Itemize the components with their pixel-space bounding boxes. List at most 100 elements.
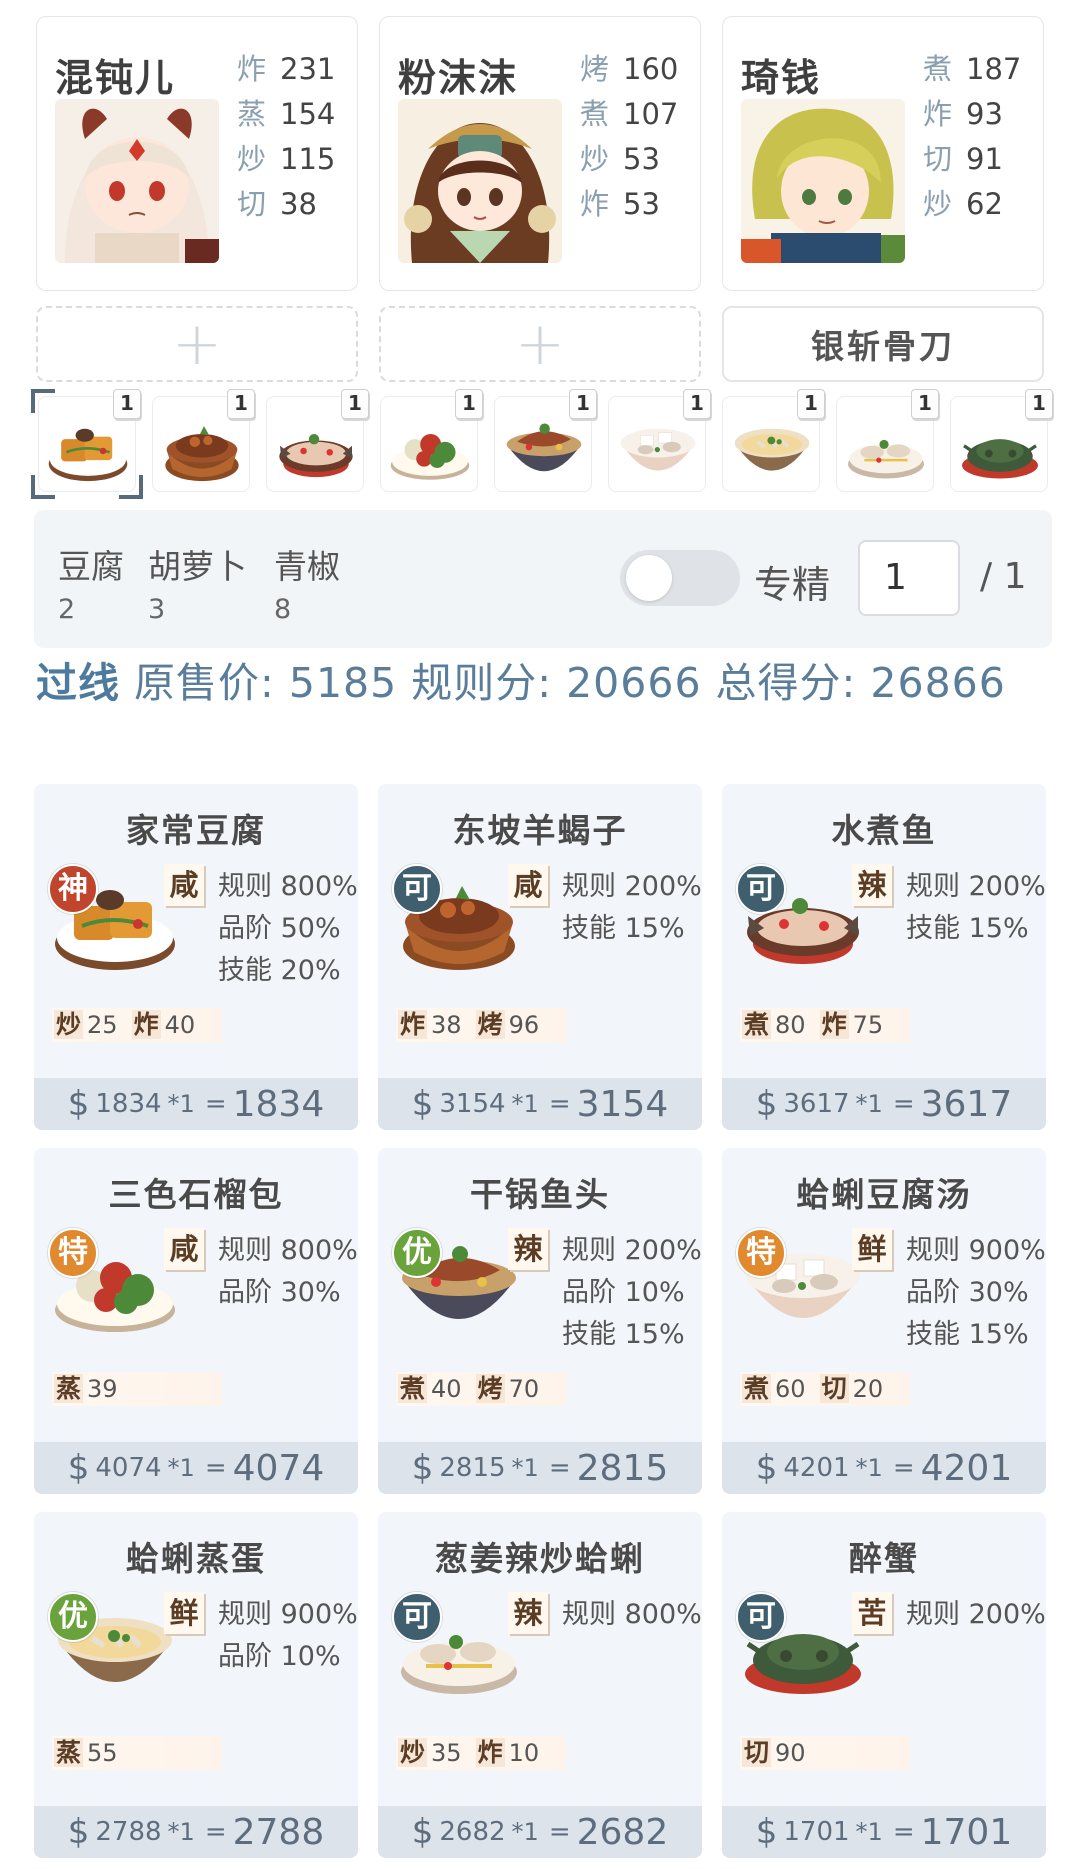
dish-thumbnail[interactable]: 1 xyxy=(266,389,369,492)
req-skill: 蒸 xyxy=(54,1738,84,1767)
dish-thumbnail[interactable]: 1 xyxy=(950,389,1053,492)
currency-symbol: $ xyxy=(67,1448,90,1488)
bonus-list: 规则 200% xyxy=(906,1594,1046,1636)
chef-card-2[interactable]: 粉沫沫 烤 160 煮 107 炒 53 炸 53 xyxy=(379,16,701,291)
price-bar: $2788 *1 = 2788 xyxy=(34,1806,358,1858)
skill-value: 91 xyxy=(966,142,1003,176)
flavor-badge: 咸 xyxy=(508,864,548,906)
bonus-list: 规则 200% 品阶 10% 技能 15% xyxy=(562,1230,702,1356)
equipment-slot[interactable]: 银斩骨刀 xyxy=(722,306,1044,382)
req-value: 96 xyxy=(508,1011,540,1039)
grade-badge: 神 xyxy=(48,864,98,914)
add-equipment-slot-1[interactable]: + xyxy=(36,306,358,382)
dish-thumbnail[interactable]: 1 xyxy=(152,389,255,492)
equals-sign: = xyxy=(204,1817,227,1847)
dish-card[interactable]: 水煮鱼可辣规则 200% 技能 15% 煮 80 炸 75 $3617 *1 = 3617 xyxy=(722,784,1046,1130)
req-skill: 炸 xyxy=(398,1010,428,1039)
dish-thumbnail-image xyxy=(848,439,924,479)
skill-requirements: 煮 40 烤 70 xyxy=(396,1372,566,1406)
bonus-item: 规则 200% xyxy=(562,1235,702,1266)
req-value: 60 xyxy=(775,1375,806,1403)
ingredient-name: 豆腐 xyxy=(58,547,124,586)
chef-portrait xyxy=(55,99,219,263)
chef-name: 琦钱 xyxy=(741,56,822,100)
base-price: 1834 xyxy=(95,1089,162,1119)
dish-thumbnail[interactable]: 1 xyxy=(494,389,597,492)
req-skill: 切 xyxy=(819,1374,849,1403)
dish-thumbnail[interactable]: 1 xyxy=(836,389,939,492)
req-value: 55 xyxy=(87,1739,118,1767)
equals-sign: = xyxy=(204,1089,227,1119)
dish-card[interactable]: 醉蟹可苦规则 200% 切 90 $1701 *1 = 1701 xyxy=(722,1512,1046,1858)
dish-title: 家常豆腐 xyxy=(126,811,266,850)
multiplier: *1 xyxy=(511,1454,539,1482)
bonus-item: 技能 15% xyxy=(562,913,685,944)
dish-card[interactable]: 蛤蜊豆腐汤特鲜规则 900% 品阶 30% 技能 15% 煮 60 切 20 $4201 *1 =… xyxy=(722,1148,1046,1494)
skill-row: 炸 231 xyxy=(237,47,335,92)
total-price: 1701 xyxy=(920,1811,1013,1853)
skill-name: 煮 xyxy=(580,97,610,131)
add-equipment-slot-2[interactable]: + xyxy=(379,306,701,382)
chef-card-3[interactable]: 琦钱 煮 187 炸 93 切 91 炒 62 xyxy=(722,16,1044,291)
dish-thumbnail[interactable]: 1 xyxy=(31,389,143,499)
grade-badge: 优 xyxy=(392,1228,442,1278)
dish-card[interactable]: 三色石榴包特咸规则 800% 品阶 30% 蒸 39 $4074 *1 = 4074 xyxy=(34,1148,358,1494)
dish-thumbnail[interactable]: 1 xyxy=(380,389,483,492)
skill-row: 切 91 xyxy=(923,137,1021,182)
skill-value: 160 xyxy=(623,52,679,86)
equals-sign: = xyxy=(548,1089,571,1119)
ingredient-count: 2 xyxy=(58,594,76,625)
dish-title: 醉蟹 xyxy=(849,1539,919,1578)
flavor-badge: 鲜 xyxy=(164,1592,204,1634)
ingredient-item: 豆腐 2 xyxy=(58,540,124,625)
bonus-list: 规则 200% 技能 15% xyxy=(562,866,702,950)
skill-row: 蒸 154 xyxy=(237,92,335,137)
req-skill: 炒 xyxy=(398,1738,428,1767)
skill-value: 93 xyxy=(966,97,1003,131)
equals-sign: = xyxy=(892,1089,915,1119)
bonus-item: 品阶 50% xyxy=(218,913,341,944)
dish-card[interactable]: 葱姜辣炒蛤蜊可辣规则 800% 炒 35 炸 10 $2682 *1 = 2682 xyxy=(378,1512,702,1858)
chef-card-1[interactable]: 混钝儿 炸 231 蒸 154 炒 115 切 38 xyxy=(36,16,358,291)
skill-value: 62 xyxy=(966,187,1003,221)
skill-name: 切 xyxy=(237,187,267,221)
base-price: 4201 xyxy=(783,1453,850,1483)
dish-card[interactable]: 蛤蜊蒸蛋优鲜规则 900% 品阶 10% 蒸 55 $2788 *1 = 2788 xyxy=(34,1512,358,1858)
thumbnail-count-badge: 1 xyxy=(1025,389,1053,419)
dish-thumbnail[interactable]: 1 xyxy=(608,389,711,492)
req-skill: 炒 xyxy=(54,1010,84,1039)
bonus-item: 技能 15% xyxy=(906,913,1029,944)
multiplier: *1 xyxy=(511,1818,539,1846)
currency-symbol: $ xyxy=(411,1812,434,1852)
skill-value: 115 xyxy=(280,142,336,176)
bonus-item: 技能 20% xyxy=(218,955,341,986)
skill-name: 炸 xyxy=(580,187,610,221)
equals-sign: = xyxy=(892,1453,915,1483)
bonus-item: 品阶 30% xyxy=(218,1277,341,1308)
skill-row: 炒 115 xyxy=(237,137,335,182)
ingredients-panel: 豆腐 2 胡萝卜 3 青椒 8 专精 1 / 1 xyxy=(34,510,1052,648)
currency-symbol: $ xyxy=(755,1448,778,1488)
dish-card[interactable]: 家常豆腐神咸规则 800% 品阶 50% 技能 20% 炒 25 炸 40 $1834 *1 = 1… xyxy=(34,784,358,1130)
req-value: 38 xyxy=(431,1011,462,1039)
skill-name: 切 xyxy=(923,142,953,176)
grade-badge: 优 xyxy=(48,1592,98,1642)
quantity-input[interactable]: 1 xyxy=(858,540,960,616)
dish-thumbnail[interactable]: 1 xyxy=(722,389,825,492)
selection-corner xyxy=(31,475,55,499)
currency-symbol: $ xyxy=(411,1448,434,1488)
dish-card[interactable]: 东坡羊蝎子可咸规则 200% 技能 15% 炸 38 烤 96 $3154 *1 = 3154 xyxy=(378,784,702,1130)
skill-value: 154 xyxy=(280,97,336,131)
ingredient-count: 3 xyxy=(148,594,166,625)
skill-value: 107 xyxy=(623,97,679,131)
dish-card[interactable]: 干锅鱼头优辣规则 200% 品阶 10% 技能 15% 煮 40 烤 70 $2815 *1 = 2… xyxy=(378,1148,702,1494)
bonus-list: 规则 900% 品阶 30% 技能 15% xyxy=(906,1230,1046,1356)
req-skill: 煮 xyxy=(398,1374,428,1403)
thumbnail-count-badge: 1 xyxy=(341,389,369,419)
skill-requirements: 蒸 39 xyxy=(52,1372,222,1406)
specialize-toggle[interactable] xyxy=(620,550,740,606)
skill-name: 炸 xyxy=(923,97,953,131)
req-value: 80 xyxy=(775,1011,806,1039)
bonus-list: 规则 800% 品阶 30% xyxy=(218,1230,358,1314)
req-value: 40 xyxy=(164,1011,196,1039)
